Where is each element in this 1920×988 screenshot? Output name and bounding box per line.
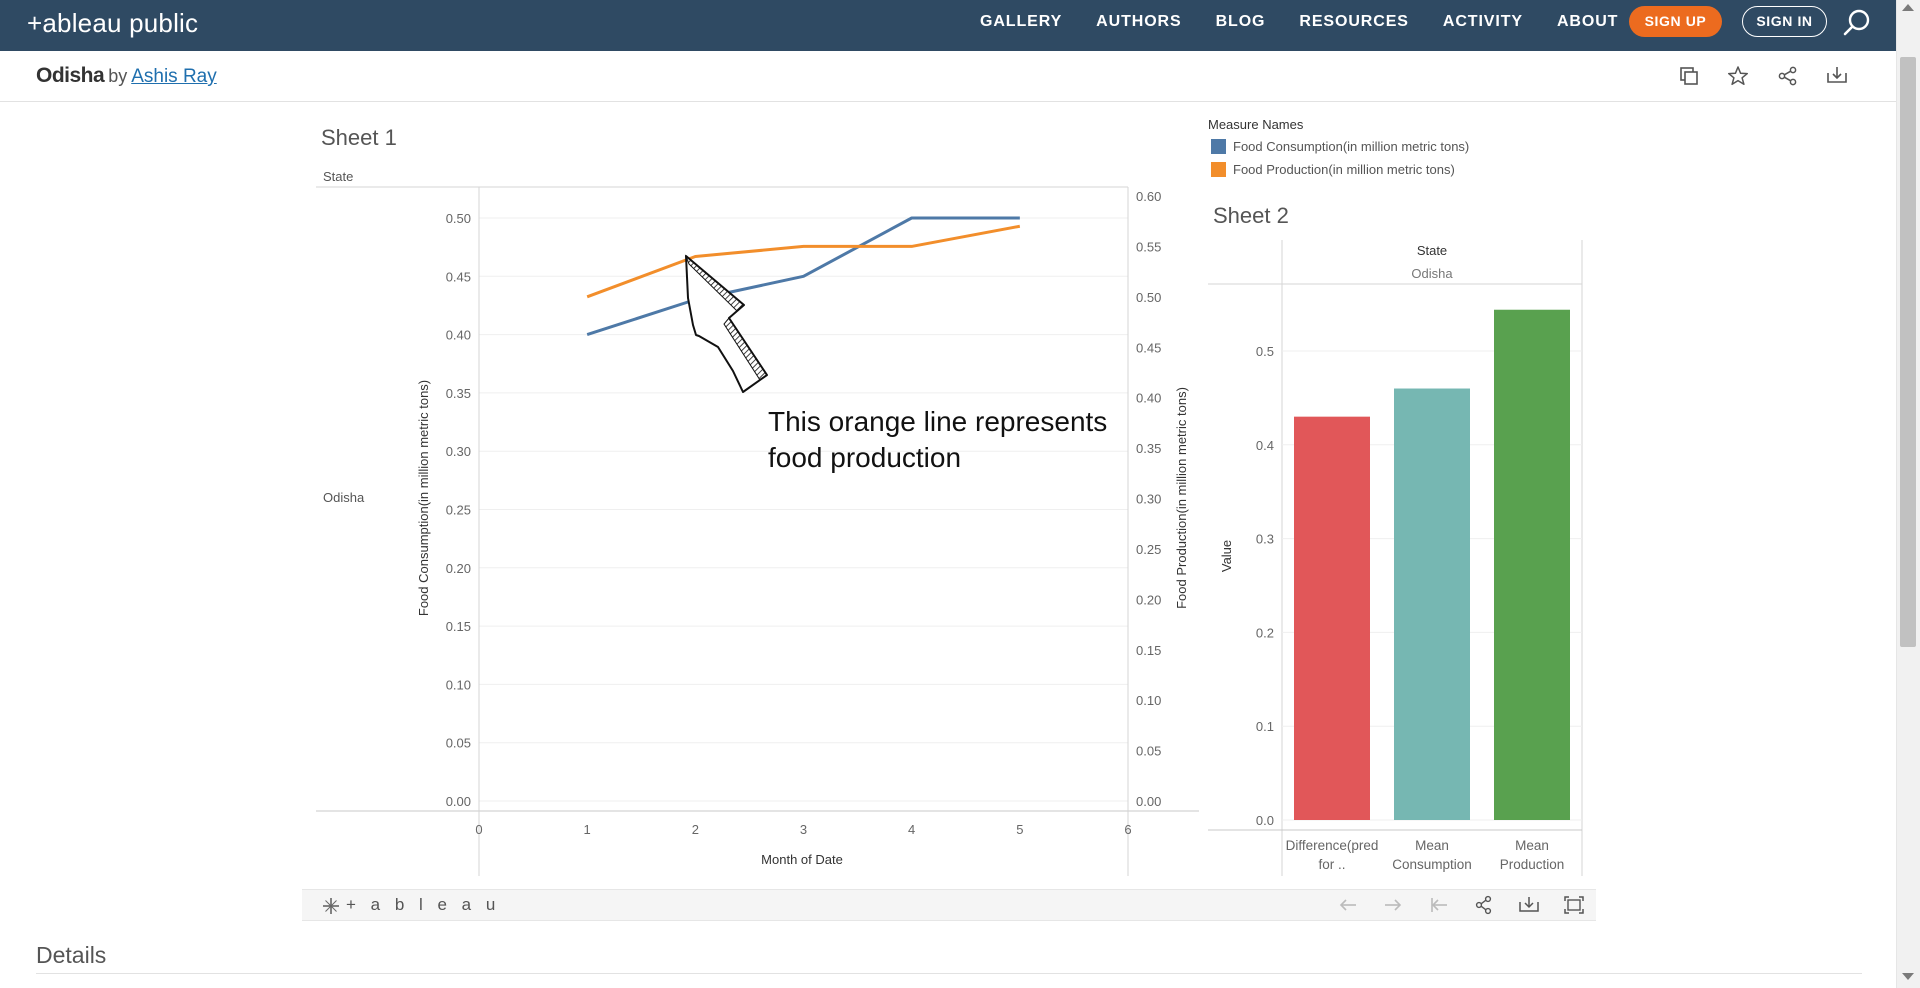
x-tick-label: Mean: [1415, 838, 1449, 853]
bar-chart[interactable]: State Odisha 0.0 0.1 0.2 0.3 0.4 0.5 Value Differ…: [0, 0, 1920, 988]
scrollbar-thumb[interactable]: [1900, 57, 1916, 647]
y-tick-label: 0.5: [1256, 344, 1274, 359]
bar: [1494, 309, 1570, 820]
y-tick-label: 0.0: [1256, 813, 1274, 828]
tableau-logo-icon: [323, 898, 339, 914]
share-icon[interactable]: [1473, 895, 1495, 915]
y-tick-label: 0.4: [1256, 438, 1274, 453]
column-value: Odisha: [1411, 266, 1453, 281]
y-tick-label: 0.3: [1256, 532, 1274, 547]
y-tick-label: 0.2: [1256, 625, 1274, 640]
bar: [1394, 388, 1470, 820]
revert-icon[interactable]: [1428, 895, 1450, 915]
x-tick-label: for ..: [1318, 857, 1345, 872]
x-tick-label: Consumption: [1392, 857, 1472, 872]
column-header: State: [1417, 243, 1447, 258]
undo-icon[interactable]: [1337, 895, 1359, 915]
y-axis-title: Value: [1219, 540, 1234, 572]
x-tick-label: Difference(pred: [1286, 838, 1379, 853]
fullscreen-icon[interactable]: [1563, 895, 1585, 915]
tableau-wordmark[interactable]: + a b l e a u: [346, 895, 500, 915]
x-tick-label: Production: [1500, 857, 1565, 872]
bar: [1294, 416, 1370, 820]
download-icon[interactable]: [1518, 895, 1540, 915]
y-tick-label: 0.1: [1256, 719, 1274, 734]
details-divider: [36, 973, 1862, 974]
details-heading[interactable]: Details: [36, 942, 106, 969]
scroll-down-icon[interactable]: [1902, 973, 1914, 980]
redo-icon[interactable]: [1382, 895, 1404, 915]
x-tick-label: Mean: [1515, 838, 1549, 853]
scroll-up-icon[interactable]: [1902, 4, 1914, 11]
